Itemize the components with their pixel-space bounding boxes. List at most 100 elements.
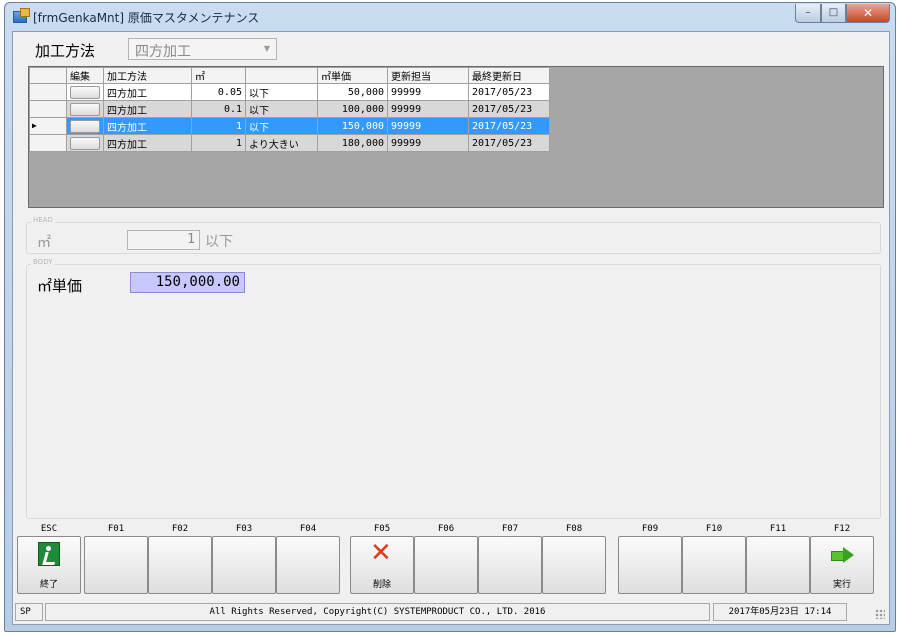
- f03-button[interactable]: [212, 536, 276, 594]
- head-group: HEAD ㎡ 1 以下: [26, 216, 881, 254]
- table-header: 編集 加工方法 ㎡ ㎡単価 更新担当 最終更新日: [29, 67, 550, 84]
- unit-price-label: ㎡単価: [37, 277, 83, 295]
- column-header[interactable]: ㎡単価: [317, 67, 388, 84]
- condition-cell[interactable]: より大きい: [245, 134, 318, 152]
- f04-button[interactable]: [276, 536, 340, 594]
- fkey-label-f01: F01: [107, 524, 125, 534]
- table-row[interactable]: 四方加工 0.05 以下 50,000 99999 2017/05/23: [29, 83, 550, 101]
- fkey-label-f08: F08: [565, 524, 583, 534]
- column-header[interactable]: 加工方法: [103, 67, 192, 84]
- exit-icon: [38, 542, 60, 566]
- f10-button[interactable]: [682, 536, 746, 594]
- method-cell[interactable]: 四方加工: [103, 117, 192, 135]
- delete-button-label: 削除: [372, 580, 391, 590]
- updated-date-cell[interactable]: 2017/05/23: [468, 100, 550, 118]
- updater-cell[interactable]: 99999: [387, 134, 469, 152]
- edit-row-button[interactable]: [70, 120, 100, 133]
- delete-button[interactable]: ✕ 削除: [350, 536, 414, 594]
- cost-grid[interactable]: 編集 加工方法 ㎡ ㎡単価 更新担当 最終更新日 四方加工 0.05 以下 50…: [28, 66, 884, 208]
- column-header[interactable]: 更新担当: [387, 67, 469, 84]
- f08-button[interactable]: [542, 536, 606, 594]
- updater-cell[interactable]: 99999: [387, 83, 469, 101]
- unit-price-cell[interactable]: 180,000: [317, 134, 388, 152]
- table-row[interactable]: 四方加工 1 より大きい 180,000 99999 2017/05/23: [29, 134, 550, 152]
- row-header[interactable]: ▶: [29, 117, 67, 135]
- row-header[interactable]: [29, 100, 67, 118]
- f06-button[interactable]: [414, 536, 478, 594]
- method-combobox[interactable]: 四方加工 ▼: [128, 38, 277, 60]
- fkey-label-esc: ESC: [40, 524, 58, 534]
- row-header[interactable]: [29, 134, 67, 152]
- edit-row-button[interactable]: [70, 86, 100, 99]
- unit-price-field[interactable]: 150,000.00: [130, 272, 245, 293]
- unit-price-cell[interactable]: 100,000: [317, 100, 388, 118]
- column-header[interactable]: 最終更新日: [468, 67, 550, 84]
- updated-date-cell[interactable]: 2017/05/23: [468, 83, 550, 101]
- unit-price-cell[interactable]: 50,000: [317, 83, 388, 101]
- close-button[interactable]: ✕: [846, 4, 890, 23]
- table-row-selected[interactable]: ▶ 四方加工 1 以下 150,000 99999 2017/05/23: [29, 117, 550, 135]
- f07-button[interactable]: [478, 536, 542, 594]
- body-group-title: BODY: [31, 258, 55, 266]
- execute-button[interactable]: 実行: [810, 536, 874, 594]
- execute-button-label: 実行: [832, 580, 851, 590]
- method-cell[interactable]: 四方加工: [103, 100, 192, 118]
- table-row[interactable]: 四方加工 0.1 以下 100,000 99999 2017/05/23: [29, 100, 550, 118]
- edit-cell: [66, 117, 104, 135]
- status-bar: SP All Rights Reserved, Copyright(C) SYS…: [15, 603, 887, 621]
- main-window: [frmGenkaMnt] 原価マスタメンテナンス – □ ✕ 加工方法 四方加…: [4, 2, 896, 632]
- resize-grip-icon[interactable]: [875, 609, 885, 619]
- m2-cell[interactable]: 1: [191, 134, 246, 152]
- edit-row-button[interactable]: [70, 137, 100, 150]
- condition-cell[interactable]: 以下: [245, 100, 318, 118]
- body-group: BODY ㎡単価 150,000.00: [26, 258, 881, 519]
- method-cell[interactable]: 四方加工: [103, 83, 192, 101]
- exit-button[interactable]: 終了: [17, 536, 81, 594]
- updated-date-cell[interactable]: 2017/05/23: [468, 134, 550, 152]
- condition-cell[interactable]: 以下: [245, 117, 318, 135]
- m2-cell[interactable]: 0.1: [191, 100, 246, 118]
- m2-condition-label: 以下: [205, 234, 233, 250]
- f11-button[interactable]: [746, 536, 810, 594]
- edit-cell: [66, 134, 104, 152]
- arrow-right-icon: [831, 547, 855, 563]
- updater-cell[interactable]: 99999: [387, 117, 469, 135]
- window-title: [frmGenkaMnt] 原価マスタメンテナンス: [33, 11, 260, 25]
- condition-cell[interactable]: 以下: [245, 83, 318, 101]
- cost-table: 編集 加工方法 ㎡ ㎡単価 更新担当 最終更新日 四方加工 0.05 以下 50…: [29, 67, 550, 152]
- m2-cell[interactable]: 1: [191, 117, 246, 135]
- current-row-marker-icon: ▶: [32, 121, 37, 130]
- edit-cell: [66, 83, 104, 101]
- method-cell[interactable]: 四方加工: [103, 134, 192, 152]
- column-header[interactable]: ㎡: [191, 67, 246, 84]
- maximize-button[interactable]: □: [821, 4, 846, 23]
- updater-cell[interactable]: 99999: [387, 100, 469, 118]
- f02-button[interactable]: [148, 536, 212, 594]
- f09-button[interactable]: [618, 536, 682, 594]
- row-header[interactable]: [29, 83, 67, 101]
- status-mode: SP: [15, 603, 43, 621]
- column-header[interactable]: [245, 67, 318, 84]
- exit-button-label: 終了: [39, 580, 58, 590]
- column-header[interactable]: 編集: [66, 67, 104, 84]
- method-label: 加工方法: [35, 42, 96, 60]
- fkey-label-f11: F11: [769, 524, 787, 534]
- edit-row-button[interactable]: [70, 103, 100, 116]
- fkey-label-f02: F02: [171, 524, 189, 534]
- unit-price-cell[interactable]: 150,000: [317, 117, 388, 135]
- fkey-label-f12: F12: [833, 524, 851, 534]
- f01-button[interactable]: [84, 536, 148, 594]
- status-datetime: 2017年05月23日 17:14: [713, 603, 847, 621]
- fkey-label-f10: F10: [705, 524, 723, 534]
- m2-cell[interactable]: 0.05: [191, 83, 246, 101]
- edit-cell: [66, 100, 104, 118]
- updated-date-cell[interactable]: 2017/05/23: [468, 117, 550, 135]
- title-bar[interactable]: [frmGenkaMnt] 原価マスタメンテナンス – □ ✕: [5, 3, 895, 31]
- fkey-label-f04: F04: [299, 524, 317, 534]
- client-area: 加工方法 四方加工 ▼ 編集 加工方法 ㎡ ㎡単価 更新担当 最終更新日 四方加…: [12, 31, 890, 625]
- chevron-down-icon[interactable]: ▼: [260, 42, 274, 56]
- fkey-label-f09: F09: [641, 524, 659, 534]
- minimize-button[interactable]: –: [795, 4, 821, 23]
- m2-field[interactable]: 1: [127, 230, 200, 250]
- fkey-label-f07: F07: [501, 524, 519, 534]
